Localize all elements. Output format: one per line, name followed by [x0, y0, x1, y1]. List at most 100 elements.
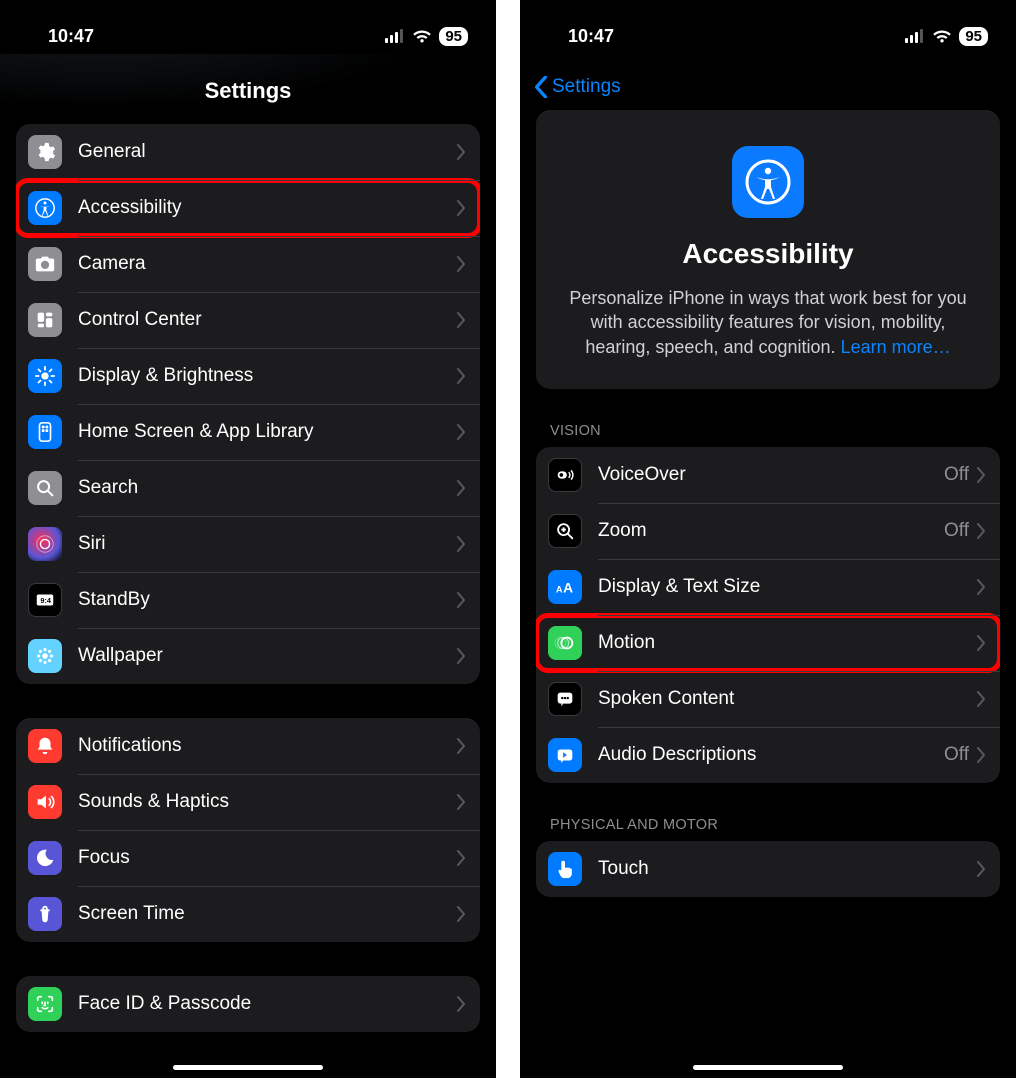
- settings-group: General Accessibility Camera Control Center…: [16, 124, 480, 684]
- hero-description: Personalize iPhone in ways that work bes…: [566, 286, 970, 359]
- list-item-label: Face ID & Passcode: [78, 993, 457, 1015]
- chevron-left-icon: [534, 76, 548, 98]
- list-item[interactable]: Siri: [16, 516, 480, 572]
- list-item[interactable]: Focus: [16, 830, 480, 886]
- chevron-right-icon: [457, 312, 466, 328]
- learn-more-link[interactable]: Learn more…: [841, 337, 951, 357]
- chevron-right-icon: [457, 850, 466, 866]
- chevron-right-icon: [977, 861, 986, 877]
- list-item[interactable]: Sounds & Haptics: [16, 774, 480, 830]
- section-header: PHYSICAL AND MOTOR: [536, 817, 1000, 841]
- faceid-icon: [28, 987, 62, 1021]
- list-item-value: Off: [944, 520, 969, 542]
- list-item-label: Siri: [78, 533, 457, 555]
- chevron-right-icon: [457, 480, 466, 496]
- notifications-icon: [28, 729, 62, 763]
- list-item-label: Spoken Content: [598, 688, 977, 710]
- list-item[interactable]: Notifications: [16, 718, 480, 774]
- settings-group: Notifications Sounds & Haptics Focus Screen…: [16, 718, 480, 942]
- status-indicators: 95: [385, 27, 468, 46]
- control-center-icon: [28, 303, 62, 337]
- svg-text:A: A: [563, 580, 573, 595]
- list-item-label: Screen Time: [78, 903, 457, 925]
- chevron-right-icon: [977, 635, 986, 651]
- list-item[interactable]: 9:4 StandBy: [16, 572, 480, 628]
- siri-icon: [28, 527, 62, 561]
- list-item[interactable]: Motion: [536, 615, 1000, 671]
- list-item[interactable]: VoiceOverOff: [536, 447, 1000, 503]
- textsize-icon: AA: [548, 570, 582, 604]
- list-item-label: VoiceOver: [598, 464, 944, 486]
- gear-icon: [28, 135, 62, 169]
- accessibility-content[interactable]: Accessibility Personalize iPhone in ways…: [520, 110, 1016, 1078]
- sounds-icon: [28, 785, 62, 819]
- list-item-label: Wallpaper: [78, 645, 457, 667]
- list-item[interactable]: Control Center: [16, 292, 480, 348]
- camera-icon: [28, 247, 62, 281]
- home-screen-icon: [28, 415, 62, 449]
- chevron-right-icon: [977, 467, 986, 483]
- settings-screen: 10:47 95 Settings General Accessibility Ca…: [0, 0, 496, 1078]
- chevron-right-icon: [457, 906, 466, 922]
- list-item[interactable]: Camera: [16, 236, 480, 292]
- svg-text:A: A: [556, 584, 563, 594]
- status-time: 10:47: [48, 26, 94, 47]
- list-item-label: StandBy: [78, 589, 457, 611]
- back-label: Settings: [552, 76, 621, 98]
- motion-icon: [548, 626, 582, 660]
- voiceover-icon: [548, 458, 582, 492]
- list-item[interactable]: Audio DescriptionsOff: [536, 727, 1000, 783]
- wallpaper-icon: [28, 639, 62, 673]
- list-item[interactable]: ZoomOff: [536, 503, 1000, 559]
- list-item-label: Display & Brightness: [78, 365, 457, 387]
- chevron-right-icon: [977, 523, 986, 539]
- list-item[interactable]: Face ID & Passcode: [16, 976, 480, 1032]
- settings-group: Touch: [536, 841, 1000, 897]
- settings-group: VoiceOverOffZoomOffAADisplay & Text Size…: [536, 447, 1000, 783]
- list-item-label: Accessibility: [78, 197, 457, 219]
- wifi-icon: [412, 29, 432, 43]
- settings-list[interactable]: General Accessibility Camera Control Center…: [0, 124, 496, 1078]
- home-indicator[interactable]: [693, 1065, 843, 1070]
- chevron-right-icon: [457, 424, 466, 440]
- back-button[interactable]: Settings: [520, 54, 1016, 110]
- list-item[interactable]: Display & Brightness: [16, 348, 480, 404]
- list-item[interactable]: Spoken Content: [536, 671, 1000, 727]
- list-item[interactable]: Search: [16, 460, 480, 516]
- list-item-label: Search: [78, 477, 457, 499]
- list-item[interactable]: Touch: [536, 841, 1000, 897]
- page-title: Settings: [0, 54, 496, 124]
- list-item[interactable]: Home Screen & App Library: [16, 404, 480, 460]
- chevron-right-icon: [977, 747, 986, 763]
- hero-card: Accessibility Personalize iPhone in ways…: [536, 110, 1000, 389]
- list-item-label: Control Center: [78, 309, 457, 331]
- list-item[interactable]: AADisplay & Text Size: [536, 559, 1000, 615]
- list-item-label: Notifications: [78, 735, 457, 757]
- chevron-right-icon: [457, 368, 466, 384]
- list-item[interactable]: Wallpaper: [16, 628, 480, 684]
- list-item[interactable]: Accessibility: [16, 180, 480, 236]
- list-item[interactable]: Screen Time: [16, 886, 480, 942]
- chevron-right-icon: [457, 996, 466, 1012]
- list-item-label: Touch: [598, 858, 977, 880]
- list-item-value: Off: [944, 744, 969, 766]
- chevron-right-icon: [977, 579, 986, 595]
- settings-group: Face ID & Passcode: [16, 976, 480, 1032]
- svg-text:9:4: 9:4: [40, 596, 52, 605]
- list-item-label: Sounds & Haptics: [78, 791, 457, 813]
- chevron-right-icon: [457, 738, 466, 754]
- cellular-icon: [905, 29, 925, 43]
- list-item-value: Off: [944, 464, 969, 486]
- search-icon: [28, 471, 62, 505]
- screentime-icon: [28, 897, 62, 931]
- list-item-label: Zoom: [598, 520, 944, 542]
- home-indicator[interactable]: [173, 1065, 323, 1070]
- accessibility-screen: 10:47 95 Settings Accessibility Personal…: [520, 0, 1016, 1078]
- chevron-right-icon: [457, 256, 466, 272]
- status-time: 10:47: [568, 26, 614, 47]
- status-bar: 10:47 95: [520, 0, 1016, 54]
- focus-icon: [28, 841, 62, 875]
- cellular-icon: [385, 29, 405, 43]
- list-item[interactable]: General: [16, 124, 480, 180]
- chevron-right-icon: [457, 144, 466, 160]
